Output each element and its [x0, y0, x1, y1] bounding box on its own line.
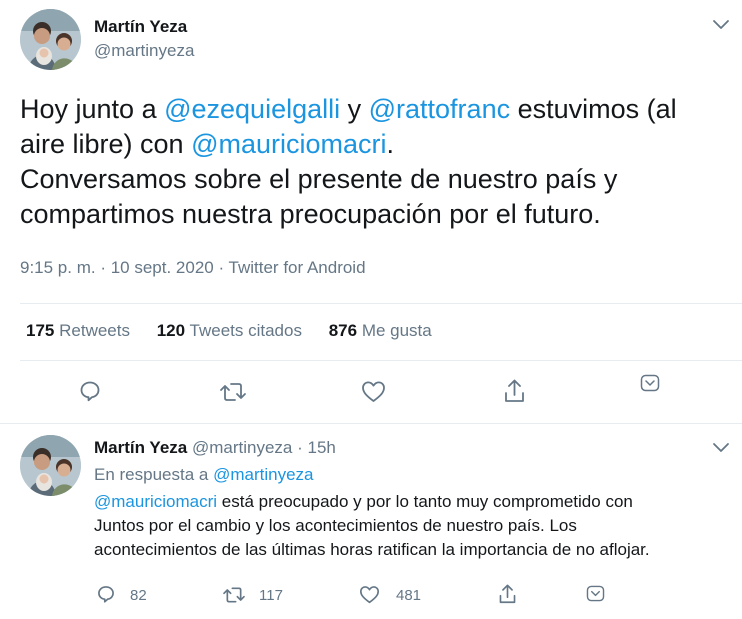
- divider: [20, 303, 742, 304]
- avatar[interactable]: [20, 435, 81, 496]
- mention-link[interactable]: @mauriciomacri: [191, 129, 386, 159]
- text-segment: está preocupado y por lo tanto muy compr…: [217, 492, 633, 511]
- author-handle[interactable]: @martinyeza: [94, 41, 194, 61]
- like-icon[interactable]: [359, 585, 380, 604]
- reply-icon[interactable]: [78, 379, 102, 403]
- likes-label: Me gusta: [361, 321, 432, 340]
- text-line: Conversamos sobre el presente de nuestro…: [20, 162, 730, 197]
- reply-to-handle[interactable]: @martinyeza: [213, 465, 313, 484]
- share-icon[interactable]: [503, 378, 526, 404]
- share-icon[interactable]: [498, 583, 517, 605]
- text-segment: estuvimos (al: [510, 94, 677, 124]
- avatar[interactable]: [20, 9, 81, 70]
- quotes-stat[interactable]: 120 Tweets citados: [157, 321, 302, 341]
- main-tweet: Martín Yeza @martinyeza Hoy junto a @eze…: [0, 0, 742, 423]
- text-line: Hoy junto a @ezequielgalli y @rattofranc…: [20, 92, 730, 127]
- divider: [20, 360, 742, 361]
- retweet-count: 117: [259, 587, 283, 604]
- text-line: aire libre) con @mauriciomacri.: [20, 127, 730, 162]
- tweet-stats: 175 Retweets 120 Tweets citados 876 Me g…: [26, 321, 454, 341]
- text-segment: y: [340, 94, 369, 124]
- text-segment: Conversamos sobre el presente de nuestro…: [20, 164, 618, 194]
- mention-link[interactable]: @mauriciomacri: [94, 492, 217, 511]
- avatar-photo: [20, 435, 81, 496]
- menu-caret-icon[interactable]: [640, 374, 660, 392]
- text-line: acontecimientos de las últimas horas rat…: [94, 538, 734, 562]
- text-segment: aire libre) con: [20, 129, 192, 159]
- retweets-label: Retweets: [59, 321, 130, 340]
- quotes-count: 120: [156, 321, 186, 340]
- author-handle[interactable]: @martinyeza: [192, 438, 292, 457]
- reply-to-line: En respuesta a @martinyeza: [94, 465, 314, 485]
- like-count: 481: [396, 587, 422, 604]
- author-name[interactable]: Martín Yeza: [94, 17, 187, 37]
- text-line: @mauriciomacri está preocupado y por lo …: [94, 490, 734, 514]
- reply-text: @mauriciomacri está preocupado y por lo …: [94, 490, 734, 562]
- avatar-photo: [20, 9, 81, 70]
- text-segment: acontecimientos de las últimas horas rat…: [94, 540, 650, 559]
- chevron-down-icon[interactable]: [711, 441, 731, 455]
- text-line: compartimos nuestra preocupación por el …: [20, 197, 730, 232]
- text-line: Juntos por el cambio y los acontecimient…: [94, 514, 734, 538]
- text-segment: compartimos nuestra preocupación por el …: [20, 199, 601, 229]
- reply-to-label: En respuesta a: [94, 465, 209, 484]
- reply-icon[interactable]: [96, 584, 116, 604]
- divider: [0, 423, 742, 424]
- separator: ·: [297, 438, 303, 457]
- time-ago[interactable]: 15h: [308, 438, 336, 457]
- author-name[interactable]: Martín Yeza: [94, 438, 187, 457]
- quotes-label: Tweets citados: [189, 321, 302, 340]
- retweet-icon[interactable]: [222, 585, 246, 605]
- reply-count: 82: [130, 587, 147, 604]
- chevron-down-icon[interactable]: [711, 18, 731, 32]
- menu-caret-icon[interactable]: [586, 585, 605, 602]
- text-segment: .: [386, 129, 395, 159]
- retweets-count: 175: [26, 321, 55, 340]
- retweets-stat[interactable]: 175 Retweets: [26, 321, 130, 341]
- tweet-text: Hoy junto a @ezequielgalli y @rattofranc…: [20, 92, 730, 232]
- reply-header: Martín Yeza @martinyeza · 15h: [94, 438, 336, 458]
- text-segment: Hoy junto a: [20, 94, 165, 124]
- like-icon[interactable]: [361, 380, 386, 403]
- likes-stat[interactable]: 876 Me gusta: [329, 321, 432, 341]
- mention-link[interactable]: @rattofranc: [369, 94, 510, 124]
- likes-count: 876: [328, 321, 358, 340]
- tweet-timestamp[interactable]: 9:15 p. m. · 10 sept. 2020 · Twitter for…: [20, 258, 366, 278]
- tweet-thread: Martín Yeza @martinyeza Hoy junto a @eze…: [0, 0, 742, 619]
- text-segment: Juntos por el cambio y los acontecimient…: [94, 516, 577, 535]
- retweet-icon[interactable]: [219, 380, 247, 404]
- mention-link[interactable]: @ezequielgalli: [164, 94, 340, 124]
